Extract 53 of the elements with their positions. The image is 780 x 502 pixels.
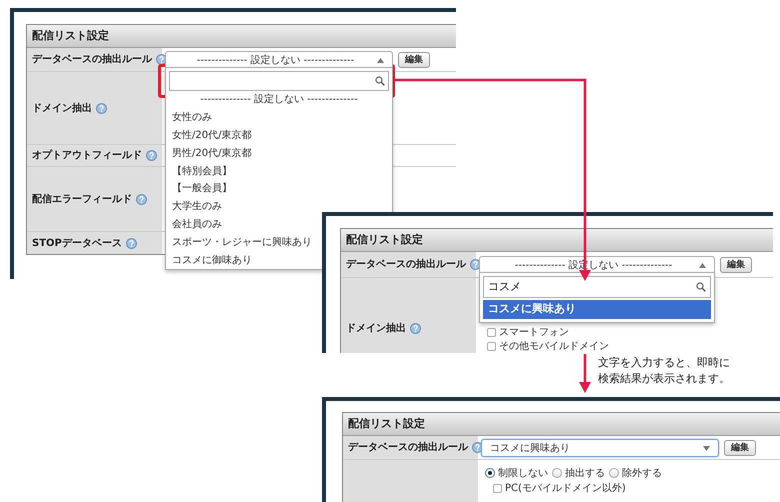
checkbox-label: PC(モバイルドメイン以外) [505, 482, 626, 496]
search-field[interactable] [169, 71, 389, 91]
search-icon [696, 282, 706, 292]
field-label-text: データベースの抽出ルール [346, 258, 466, 272]
dropdown-option[interactable]: 男性/20代/東京都 [172, 146, 252, 161]
help-icon[interactable] [136, 194, 147, 204]
checkbox[interactable] [487, 328, 496, 336]
help-icon[interactable] [126, 238, 137, 248]
field-label-text: データベースの抽出ルール [348, 440, 468, 455]
dropdown-option[interactable]: 【一般会員】 [172, 181, 232, 196]
checkbox[interactable] [493, 484, 502, 492]
radio-button[interactable] [552, 468, 562, 478]
radio-button[interactable] [609, 468, 619, 478]
field-label-text: 配信エラーフィールド [32, 192, 132, 206]
caret-up-icon [699, 262, 706, 268]
panel-header: 配信リスト設定 [343, 413, 780, 436]
dropdown-option[interactable]: スポーツ・レジャーに興味あり [172, 234, 312, 250]
caret-up-icon [377, 58, 384, 62]
field-label-text: データベースの抽出ルール [32, 52, 152, 67]
help-icon[interactable] [410, 322, 421, 334]
dropdown-option[interactable]: 女性のみ [172, 110, 212, 126]
panel-header: 配信リスト設定 [27, 25, 456, 48]
select-dropdown[interactable]: コスメに興味あり [481, 439, 719, 457]
edit-button[interactable]: 編集 [724, 440, 756, 456]
down-arrow [579, 354, 591, 393]
field-label-text: ドメイン抽出 [32, 102, 92, 116]
radio-label: 除外する [622, 466, 662, 480]
field-label-text: STOPデータベース [32, 236, 122, 250]
checkbox[interactable] [487, 342, 496, 350]
dropdown-option[interactable]: -------------- 設定しない -------------- [200, 92, 358, 108]
dropdown-option[interactable]: コスメに興味あり [483, 300, 711, 319]
dropdown-option[interactable]: コスメに御味あり [172, 252, 252, 268]
caption-text: 文字を入力すると、即時に検索結果が表示されます。 [598, 355, 731, 387]
dropdown-option[interactable]: 会社員のみ [172, 216, 222, 232]
search-text: コスメ [488, 278, 522, 295]
field-label-text: ドメイン抽出 [346, 322, 406, 336]
edit-button[interactable]: 編集 [398, 52, 430, 68]
dropdown-option[interactable]: 【特別会員】 [172, 164, 232, 179]
dropdown-option[interactable]: 女性/20代/東京都 [172, 128, 252, 143]
checkbox-label: その他モバイルドメイン [499, 340, 609, 353]
caret-down-icon [703, 446, 710, 450]
checkbox-label: スマートフォン [499, 326, 569, 340]
radio-label: 抽出する [565, 466, 605, 480]
search-field[interactable]: コスメ [483, 276, 711, 298]
help-icon[interactable] [96, 102, 107, 114]
radio-label: 制限しない [498, 466, 548, 480]
help-icon[interactable] [146, 150, 157, 161]
panel-header: 配信リスト設定 [341, 229, 773, 252]
radio-button[interactable] [485, 468, 495, 478]
edit-button[interactable]: 編集 [720, 257, 752, 273]
search-icon [375, 76, 385, 86]
field-label-text: オプトアウトフィールド [32, 148, 142, 163]
dropdown-option[interactable]: 大学生のみ [172, 199, 222, 214]
